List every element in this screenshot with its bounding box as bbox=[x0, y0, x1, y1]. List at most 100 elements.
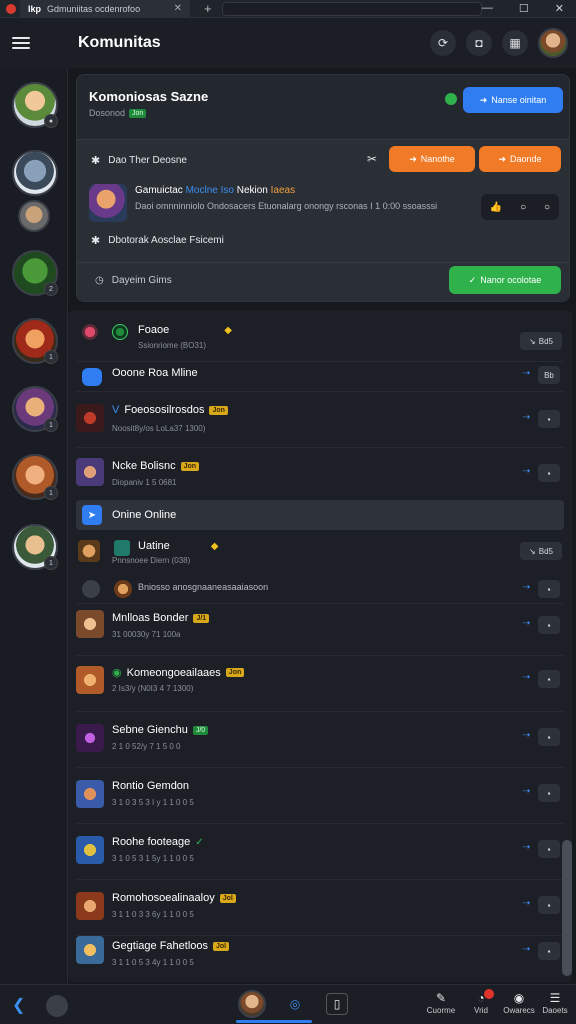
profile-avatar[interactable] bbox=[238, 990, 266, 1018]
item-name: Romohosoealinaaloy Jol bbox=[112, 892, 236, 904]
community-avatar[interactable]: 1 bbox=[12, 454, 58, 500]
list-item[interactable]: Roohe footeage ✓ 3 1 0 5 3 1 5y 1 1 0 0 5… bbox=[68, 824, 564, 880]
browser-tab[interactable]: Ikp Gdmuniitas ocdenrofoo ✕ bbox=[20, 0, 190, 18]
item-action-button[interactable]: ↘ Bd5 bbox=[520, 542, 562, 560]
item-name: ◉ Komeongoeailaaes Jon bbox=[112, 666, 245, 679]
tools-icon[interactable]: ✂ bbox=[367, 152, 377, 166]
section-header[interactable]: ➤ Onine Online bbox=[76, 500, 564, 530]
grid-icon[interactable]: ▦ bbox=[502, 30, 528, 56]
item-action-button[interactable]: ▪ bbox=[538, 840, 560, 858]
panel-row-label: Dayeim Gims bbox=[111, 275, 172, 286]
arrow-icon: ➝ bbox=[522, 618, 531, 629]
tab-title: Gdmuniitas ocdenrofoo bbox=[47, 3, 141, 14]
document-icon[interactable]: ▯ bbox=[326, 993, 348, 1015]
community-card: Komoniosas Sazne Dosonod Jon ➜ Nanse oin… bbox=[76, 74, 570, 302]
app-logo-icon[interactable] bbox=[46, 995, 68, 1017]
item-action-button[interactable]: ▪ bbox=[538, 728, 560, 746]
tab-cuorme[interactable]: ✎ Cuorme bbox=[424, 991, 458, 1015]
window-close-icon[interactable]: ✕ bbox=[555, 2, 564, 15]
circle-icon[interactable]: ○ bbox=[520, 202, 526, 213]
compass-icon[interactable]: ◎ bbox=[284, 993, 306, 1015]
item-name: Sebne Gienchu J/0 bbox=[112, 724, 209, 736]
app-header: Komunitas ⟳ ◘ ▦ bbox=[0, 18, 576, 68]
circle-icon[interactable]: ○ bbox=[544, 202, 550, 213]
tab-app-name: Ikp bbox=[28, 3, 42, 14]
post-mid-text: Nekion bbox=[236, 185, 268, 196]
item-icon bbox=[114, 540, 130, 556]
panel-row[interactable]: ✱ Dao Ther Deosne bbox=[91, 154, 187, 167]
tab-close-icon[interactable]: ✕ bbox=[174, 3, 182, 14]
chat-icon bbox=[82, 368, 102, 386]
tab-owarecs[interactable]: ◉ Owarecs bbox=[502, 991, 536, 1015]
community-avatar[interactable] bbox=[12, 150, 58, 196]
bottom-bar: ❮ ◎ ▯ ✎ Cuorme ◔ Vrid ◉ Owarecs ☰ Daoets bbox=[0, 984, 576, 1024]
item-icon bbox=[82, 324, 98, 340]
item-action-button[interactable]: ▪ bbox=[538, 580, 560, 598]
featured-post[interactable]: Gamuictac Moclne Iso Nekion Iaeas Daoi o… bbox=[89, 184, 469, 224]
settings-icon: ✱ bbox=[91, 155, 101, 167]
arrow-icon: ➝ bbox=[522, 466, 531, 477]
item-action-button[interactable]: Bb bbox=[538, 366, 560, 384]
arrow-icon: ➝ bbox=[522, 944, 531, 955]
panel-row[interactable]: ◷ Dayeim Gims bbox=[95, 275, 172, 286]
address-bar[interactable] bbox=[221, 1, 482, 16]
item-action-button[interactable]: ↘ Bd5 bbox=[520, 332, 562, 350]
community-avatar[interactable]: ● bbox=[12, 82, 58, 128]
list-item[interactable]: Bniosso anosgnaaneasaaiasoon ➝ ▪ bbox=[68, 576, 564, 604]
action-button-a[interactable]: ➜ Nanothe bbox=[389, 146, 475, 172]
item-avatar bbox=[76, 780, 104, 808]
confirm-button[interactable]: ✓ Nanor ocolotae bbox=[449, 266, 561, 294]
list-item[interactable]: Rontio Gemdon 3 1 0 3 5 3 I y 1 1 0 0 5 … bbox=[68, 768, 564, 824]
list-item[interactable]: Mnlloas Bonder J/1 31 00030y 71 100a ➝ ▪ bbox=[68, 604, 564, 656]
item-action-button[interactable]: ▪ bbox=[538, 784, 560, 802]
community-avatar[interactable]: 1 bbox=[12, 386, 58, 432]
item-name: Mnlloas Bonder J/1 bbox=[112, 612, 210, 624]
community-avatar[interactable]: 2 bbox=[12, 250, 58, 296]
item-action-button[interactable]: ▪ bbox=[538, 896, 560, 914]
new-tab-icon[interactable]: + bbox=[204, 1, 212, 16]
join-button-label: Nanse oinitan bbox=[491, 95, 547, 105]
list-item[interactable]: Romohosoealinaaloy Jol 3 1 1 0 3 3 6y 1 1… bbox=[68, 880, 564, 936]
item-meta: 3 1 1 0 5 3 4y 1 1 0 0 5 bbox=[112, 958, 194, 967]
post-author: Gamuictac bbox=[135, 185, 183, 196]
item-action-button[interactable]: ▪ bbox=[538, 670, 560, 688]
minimize-icon[interactable]: — bbox=[482, 2, 493, 15]
list-item[interactable]: Ooone Roa Mline ➝ Bb bbox=[68, 362, 564, 392]
item-avatar bbox=[76, 836, 104, 864]
community-avatar[interactable]: 1 bbox=[12, 318, 58, 364]
list-item[interactable]: Ncke Bolisnc Jon Diopaniv 1 5 0681 ➝ ▪ bbox=[68, 448, 564, 500]
list-item[interactable]: Uatine ◆ Pnnsnoee Diern (038) ↘ Bd5 bbox=[68, 534, 564, 570]
item-name: Gegtiage Fahetloos Jol bbox=[112, 940, 230, 952]
join-button[interactable]: ➜ Nanse oinitan bbox=[463, 87, 563, 113]
community-avatar[interactable]: 1 bbox=[12, 524, 58, 570]
item-action-button[interactable]: ▪ bbox=[538, 464, 560, 482]
item-action-button[interactable]: ▪ bbox=[538, 616, 560, 634]
list-item[interactable]: Sebne Gienchu J/0 2 1 0 52/y 7 1 5 0 0 ➝ … bbox=[68, 712, 564, 768]
item-meta: 2 Is3/y (N0I3 4 7 1300) bbox=[112, 684, 194, 693]
list-item[interactable]: Foaoe ◆ Ssionriome (BO31) ↘ Bd5 bbox=[68, 316, 564, 362]
tab-daoets[interactable]: ☰ Daoets bbox=[538, 991, 572, 1015]
item-name: Roohe footeage ✓ bbox=[112, 836, 204, 848]
menu-icon[interactable] bbox=[12, 37, 30, 49]
post-body: Daoi omnninniolo Ondosacers Etuonalarg o… bbox=[135, 201, 438, 211]
panel-row[interactable]: ✱ Dbotorak Aosclae Fsicemi bbox=[91, 234, 224, 247]
settings-icon: ✱ bbox=[91, 235, 101, 247]
list-item[interactable]: ◉ Komeongoeailaaes Jon 2 Is3/y (N0I3 4 7 1… bbox=[68, 656, 564, 712]
list-item[interactable]: Gegtiage Fahetloos Jol 3 1 1 0 5 3 4y 1 1… bbox=[68, 936, 564, 980]
item-action-button[interactable]: ▪ bbox=[538, 942, 560, 960]
divider bbox=[77, 262, 569, 263]
back-icon[interactable]: ❮ bbox=[12, 995, 25, 1015]
list-item[interactable]: V Foeososilrosdos Jon Noosit8y/os LoLa37 1… bbox=[68, 392, 564, 448]
item-avatar bbox=[76, 892, 104, 920]
item-action-button[interactable]: ▪ bbox=[538, 410, 560, 428]
chat-icon[interactable]: ◘ bbox=[466, 30, 492, 56]
maximize-icon[interactable]: ☐ bbox=[519, 2, 529, 15]
action-button-b[interactable]: ➜ Daonde bbox=[479, 146, 561, 172]
community-subtitle: Dosonod Jon bbox=[89, 108, 147, 118]
community-avatar[interactable] bbox=[18, 200, 50, 232]
arrow-icon: ➜ bbox=[479, 94, 488, 105]
refresh-icon[interactable]: ⟳ bbox=[430, 30, 456, 56]
user-avatar[interactable] bbox=[538, 28, 568, 58]
scrollbar[interactable] bbox=[562, 840, 572, 976]
thumbs-up-icon[interactable]: 👍 bbox=[490, 202, 502, 213]
